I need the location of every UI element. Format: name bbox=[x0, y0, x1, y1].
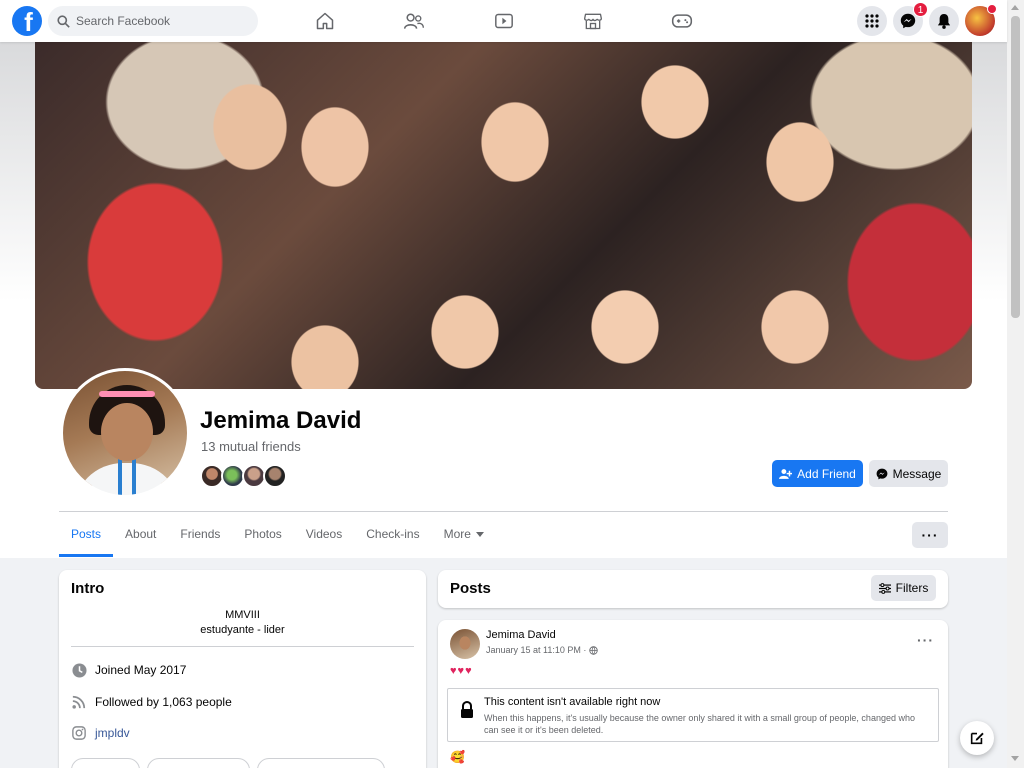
watch-video-icon[interactable] bbox=[492, 9, 516, 33]
messenger-icon bbox=[900, 13, 916, 29]
account-notification-dot bbox=[987, 4, 997, 14]
intro-card: Intro MMVIII estudyante - lider Joined M… bbox=[59, 570, 426, 768]
clock-icon bbox=[71, 662, 87, 678]
home-icon[interactable] bbox=[313, 9, 337, 33]
search-icon bbox=[57, 14, 70, 28]
joined-info: Joined May 2017 bbox=[71, 662, 186, 678]
lock-icon bbox=[459, 700, 475, 724]
filters-label: Filters bbox=[895, 581, 929, 595]
compose-icon bbox=[970, 732, 984, 745]
post-card: Jemima David January 15 at 11:10 PM · ··… bbox=[438, 620, 948, 768]
gaming-icon[interactable] bbox=[670, 9, 694, 33]
marketplace-icon[interactable] bbox=[581, 9, 605, 33]
tab-about[interactable]: About bbox=[113, 512, 168, 556]
messenger-badge: 1 bbox=[913, 2, 928, 17]
menu-grid-icon[interactable] bbox=[857, 6, 887, 36]
add-friend-label: Add Friend bbox=[797, 466, 856, 481]
cover-photo[interactable] bbox=[35, 42, 972, 389]
unavailable-body: When this happens, it's usually because … bbox=[484, 713, 915, 735]
notifications-button[interactable] bbox=[929, 6, 959, 36]
post-timestamp: January 15 at 11:10 PM · bbox=[486, 645, 599, 655]
instagram-info: jmpldv bbox=[71, 725, 130, 741]
top-navigation-bar: f 1 bbox=[0, 0, 1007, 42]
tab-check-ins[interactable]: Check-ins bbox=[354, 512, 431, 556]
tab-posts[interactable]: Posts bbox=[59, 512, 114, 557]
unavailable-title: This content isn't available right now bbox=[484, 696, 661, 708]
message-button[interactable]: Message bbox=[869, 460, 948, 487]
account-avatar[interactable] bbox=[965, 4, 997, 36]
add-friend-icon bbox=[779, 468, 793, 479]
messenger-icon bbox=[876, 468, 888, 479]
intro-bio: MMVIII estudyante - lider bbox=[200, 609, 285, 636]
tab-videos[interactable]: Videos bbox=[294, 512, 354, 556]
intro-title: Intro bbox=[71, 580, 105, 597]
search-input[interactable] bbox=[76, 14, 236, 28]
posts-title: Posts bbox=[450, 580, 491, 597]
chevron-down-icon bbox=[475, 531, 484, 537]
profile-name: Jemima David bbox=[200, 407, 362, 434]
search-box[interactable] bbox=[48, 6, 258, 36]
tab-photos[interactable]: Photos bbox=[232, 512, 293, 556]
unavailable-content-box: This content isn't available right now W… bbox=[447, 688, 939, 742]
joined-text: Joined May 2017 bbox=[95, 663, 187, 677]
intro-featured-chip[interactable] bbox=[147, 758, 250, 768]
message-label: Message bbox=[892, 466, 942, 481]
page-scrollbar[interactable] bbox=[1007, 0, 1024, 768]
post-author-name[interactable]: Jemima David bbox=[486, 629, 556, 641]
add-friend-button[interactable]: Add Friend bbox=[772, 460, 863, 487]
scrollbar-thumb[interactable] bbox=[1011, 16, 1020, 318]
bell-icon bbox=[937, 14, 951, 29]
posts-header-card: Posts Filters bbox=[438, 570, 948, 608]
mutual-friends-count[interactable]: 13 mutual friends bbox=[201, 439, 301, 454]
facebook-logo-icon[interactable]: f bbox=[12, 6, 42, 36]
post-text: ♥♥♥ bbox=[450, 665, 473, 677]
post-author-avatar[interactable] bbox=[450, 629, 480, 659]
new-message-button[interactable] bbox=[960, 721, 994, 755]
rss-icon bbox=[71, 694, 87, 710]
intro-divider bbox=[71, 646, 414, 647]
filters-icon bbox=[878, 582, 891, 594]
instagram-icon bbox=[71, 725, 87, 741]
followers-count[interactable]: 1,063 bbox=[162, 695, 192, 709]
followers-text: Followed by 1,063 people bbox=[95, 695, 232, 709]
profile-tabs: Posts About Friends Photos Videos Check-… bbox=[59, 512, 496, 558]
intro-featured-chip[interactable] bbox=[71, 758, 140, 768]
tab-more[interactable]: More bbox=[432, 512, 496, 556]
filters-button[interactable]: Filters bbox=[871, 575, 936, 601]
intro-featured-chip[interactable] bbox=[257, 758, 385, 768]
messenger-button[interactable]: 1 bbox=[893, 2, 928, 36]
friends-icon[interactable] bbox=[402, 9, 426, 33]
followers-info: Followed by 1,063 people bbox=[71, 694, 232, 710]
reaction-emoji[interactable]: 🥰 bbox=[450, 750, 465, 764]
tab-friends[interactable]: Friends bbox=[168, 512, 232, 556]
mutual-friend-avatar[interactable] bbox=[263, 464, 287, 488]
more-options-button[interactable]: ··· bbox=[912, 522, 948, 548]
profile-picture[interactable] bbox=[60, 368, 190, 498]
post-options-button[interactable]: ··· bbox=[917, 632, 934, 648]
scroll-up-arrow[interactable] bbox=[1011, 5, 1019, 10]
instagram-link[interactable]: jmpldv bbox=[95, 726, 130, 740]
profile-header: Jemima David 13 mutual friends Add Frien… bbox=[0, 42, 1007, 558]
scroll-down-arrow[interactable] bbox=[1011, 756, 1019, 761]
globe-icon bbox=[589, 645, 599, 655]
